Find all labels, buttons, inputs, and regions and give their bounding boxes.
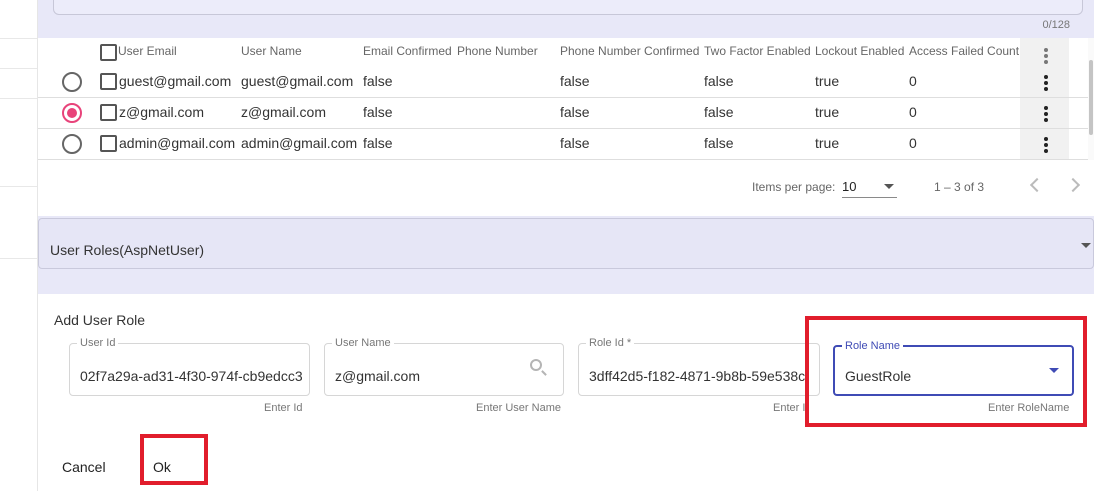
table-row[interactable]: guest@gmail.com guest@gmail.com false fa…: [38, 66, 1088, 98]
user-name-value: z@gmail.com: [335, 368, 421, 384]
row-menu-icon[interactable]: [1035, 135, 1057, 157]
form-title: Add User Role: [54, 312, 146, 328]
cell-username: guest@gmail.com: [241, 73, 354, 89]
header-two-factor[interactable]: Two Factor Enabled: [704, 38, 811, 64]
cell-access-failed: 0: [909, 73, 917, 89]
header-user-name[interactable]: User Name: [241, 38, 302, 64]
top-text-field[interactable]: [53, 0, 1083, 15]
column-menu-icon[interactable]: [1035, 46, 1057, 68]
left-strip: [0, 0, 38, 491]
cell-email-confirmed: false: [363, 73, 393, 89]
header-lockout[interactable]: Lockout Enabled: [815, 38, 904, 64]
next-page-icon[interactable]: [1065, 177, 1081, 193]
previous-page-icon[interactable]: [1029, 177, 1045, 193]
cell-email: guest@gmail.com: [119, 73, 232, 89]
header-user-email[interactable]: User Email: [118, 38, 177, 64]
role-id-field[interactable]: Role Id * 3dff42d5-f182-4871-9b8b-59e538…: [578, 337, 820, 396]
items-per-page-label: Items per page:: [752, 180, 836, 194]
cell-email-confirmed: false: [363, 135, 393, 151]
role-id-label: Role Id *: [586, 337, 635, 349]
page-range: 1 – 3 of 3: [934, 180, 985, 194]
row-checkbox[interactable]: [100, 73, 117, 90]
table-header-row: User Email User Name Email Confirmed Pho…: [38, 38, 1088, 64]
row-checkbox[interactable]: [100, 135, 117, 152]
role-name-highlight: [805, 316, 1087, 427]
cell-email-confirmed: false: [363, 104, 393, 120]
table-row[interactable]: z@gmail.com z@gmail.com false false fals…: [38, 97, 1088, 129]
row-menu-icon[interactable]: [1035, 73, 1057, 95]
chevron-down-icon: [884, 184, 894, 189]
user-roles-panel-header[interactable]: User Roles(AspNetUser): [38, 218, 1094, 269]
user-name-hint: Enter User Name: [476, 402, 561, 414]
user-id-hint: Enter Id: [264, 402, 303, 414]
select-all-checkbox[interactable]: [100, 44, 117, 61]
role-id-hint: Enter Id: [773, 402, 806, 414]
cell-username: admin@gmail.com: [241, 135, 358, 151]
row-menu-icon[interactable]: [1035, 104, 1057, 126]
cell-two-factor: false: [704, 73, 734, 89]
cell-access-failed: 0: [909, 104, 917, 120]
cell-phone-confirmed: false: [560, 104, 590, 120]
cell-phone-confirmed: false: [560, 73, 590, 89]
header-access-failed[interactable]: Access Failed Count: [909, 38, 1019, 64]
user-name-field[interactable]: User Name z@gmail.com: [324, 337, 564, 396]
user-id-value: 02f7a29a-ad31-4f30-974f-cb9edcc3: [80, 368, 302, 384]
user-name-label: User Name: [332, 337, 394, 349]
role-id-value: 3dff42d5-f182-4871-9b8b-59e538c: [589, 368, 806, 384]
cell-two-factor: false: [704, 135, 734, 151]
cell-lockout: true: [815, 104, 840, 120]
user-roles-title: User Roles(AspNetUser): [50, 242, 205, 258]
cell-lockout: true: [815, 73, 840, 89]
ok-button-highlight: [140, 434, 208, 485]
paginator: Items per page: 10 1 – 3 of 3: [38, 160, 1094, 216]
expand-icon[interactable]: [1081, 243, 1091, 248]
page-size-value: 10: [842, 179, 857, 194]
cell-email: admin@gmail.com: [119, 135, 236, 151]
row-radio[interactable]: [62, 134, 82, 154]
char-counter: 0/128: [1042, 19, 1070, 31]
header-phone-number[interactable]: Phone Number: [457, 38, 538, 64]
table-scroll-thumb[interactable]: [1089, 60, 1093, 135]
cell-phone-confirmed: false: [560, 135, 590, 151]
user-id-label: User Id: [77, 337, 119, 349]
cell-lockout: true: [815, 135, 840, 151]
page-size-select[interactable]: 10: [842, 175, 897, 198]
cell-email: z@gmail.com: [119, 104, 205, 120]
header-phone-confirmed[interactable]: Phone Number Confirmed: [560, 38, 699, 64]
cell-username: z@gmail.com: [241, 104, 327, 120]
header-email-confirmed[interactable]: Email Confirmed: [363, 38, 452, 64]
search-icon[interactable]: [530, 359, 542, 371]
row-checkbox[interactable]: [100, 104, 117, 121]
user-id-field[interactable]: User Id 02f7a29a-ad31-4f30-974f-cb9edcc3: [69, 337, 310, 396]
cancel-button[interactable]: Cancel: [62, 459, 106, 475]
table-row[interactable]: admin@gmail.com admin@gmail.com false fa…: [38, 128, 1088, 160]
cell-access-failed: 0: [909, 135, 917, 151]
row-radio[interactable]: [62, 103, 82, 123]
row-radio[interactable]: [62, 72, 82, 92]
cell-two-factor: false: [704, 104, 734, 120]
